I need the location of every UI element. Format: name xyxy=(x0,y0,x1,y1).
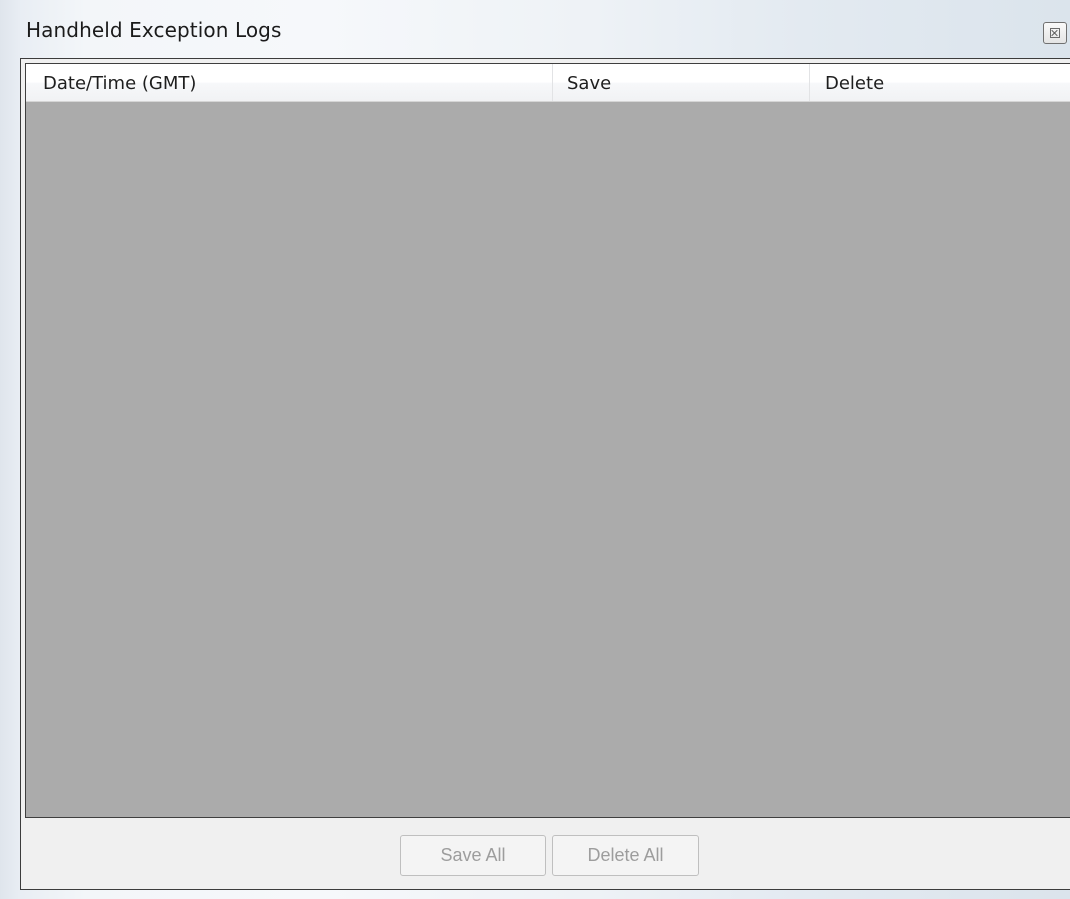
delete-all-button[interactable]: Delete All xyxy=(552,835,699,876)
title-bar[interactable]: Handheld Exception Logs xyxy=(0,0,1070,58)
client-area: Date/Time (GMT) Save Delete Save All Del… xyxy=(20,58,1070,890)
column-header-label: Save xyxy=(567,73,612,94)
close-icon xyxy=(1050,28,1060,38)
exception-logs-window: Handheld Exception Logs Date/Time (GMT) … xyxy=(0,0,1070,899)
column-header-delete[interactable]: Delete xyxy=(810,64,1070,101)
save-all-button[interactable]: Save All xyxy=(400,835,546,876)
window-title: Handheld Exception Logs xyxy=(26,18,282,42)
column-header-label: Delete xyxy=(825,73,885,94)
button-bar: Save All Delete All xyxy=(21,818,1070,889)
exception-log-grid[interactable]: Date/Time (GMT) Save Delete xyxy=(25,63,1070,818)
column-header-save[interactable]: Save xyxy=(553,64,810,101)
column-header-date-time[interactable]: Date/Time (GMT) xyxy=(26,64,553,101)
grid-header: Date/Time (GMT) Save Delete xyxy=(26,64,1070,102)
close-button[interactable] xyxy=(1043,22,1067,44)
column-header-label: Date/Time (GMT) xyxy=(43,73,197,94)
